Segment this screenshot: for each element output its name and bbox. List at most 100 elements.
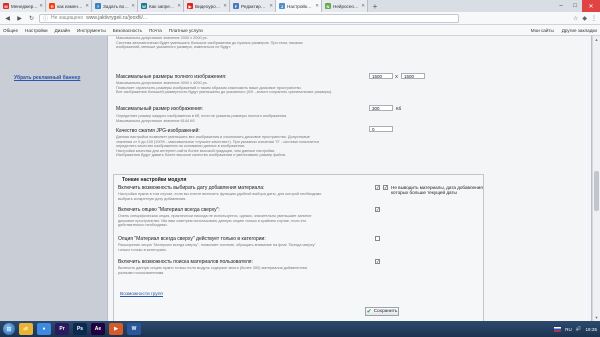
option-label: Опция "Материал всегда сверху" действует… — [118, 236, 266, 242]
tab-label: Видеоуроки по Ado... — [195, 3, 221, 9]
start-button-icon[interactable]: ⊞ — [3, 323, 15, 335]
new-tab-icon[interactable]: + — [368, 0, 382, 12]
option-label: Включить возможность поиска материалов п… — [118, 259, 253, 265]
info-icon[interactable]: ⓘ — [43, 15, 48, 22]
site-menu-item[interactable]: Общее — [3, 28, 18, 33]
wp-icon: W — [141, 3, 147, 9]
option-label: Включить возможность выбирать дату добав… — [118, 185, 265, 191]
checkmark-icon: ✔ — [366, 309, 372, 315]
size-separator: X — [395, 74, 399, 79]
forward-icon[interactable]: ▶ — [15, 14, 24, 23]
windows-taskbar: ⊞ 📁 ● Pr Ps Ae ▶ W RU 🔊 19:35 — [0, 321, 600, 337]
max-size-description: Максимально-допустимое значение 4000 x 4… — [116, 81, 333, 95]
option-description: Настройка нужна в том случае, если вы хо… — [118, 192, 322, 201]
page-scrollbar[interactable]: ▲ ▼ — [592, 36, 600, 321]
max-size-label: Максимальные размеры полного изображения… — [116, 74, 227, 80]
browser-tab[interactable]: ?Задать вопрос - «Ответ...✕ — [92, 0, 138, 12]
option-checkbox[interactable]: ✓ — [375, 259, 380, 264]
extra-checkbox[interactable]: ✓ — [383, 185, 388, 190]
option-description: Расширение опции "Материал всегда сверху… — [118, 243, 316, 252]
scrollbar-thumb[interactable] — [594, 171, 599, 211]
browser-tab[interactable]: Якак изменить дату публ...✕ — [46, 0, 92, 12]
aftereffects-icon[interactable]: Ae — [91, 323, 105, 335]
close-tab-icon[interactable]: ✕ — [85, 3, 89, 9]
extension-icon[interactable]: ◆ — [582, 15, 587, 22]
site-menu-item[interactable]: Платные услуги — [169, 28, 203, 33]
group-permissions-link[interactable]: Возможности групп — [120, 292, 163, 297]
save-button[interactable]: ✔ Сохранить — [365, 307, 399, 316]
word-icon[interactable]: W — [127, 323, 141, 335]
chrome-icon[interactable]: ● — [37, 323, 51, 335]
close-tab-icon[interactable]: ✕ — [223, 3, 227, 9]
photoshop-icon[interactable]: Ps — [73, 323, 87, 335]
site-menu-item[interactable]: Инструменты — [77, 28, 106, 33]
scroll-down-icon[interactable]: ▼ — [593, 314, 600, 321]
tab-label: Нейросеонная Фотофил... — [333, 3, 360, 9]
remove-banner-link[interactable]: Убрать рекламный баннер — [14, 75, 80, 81]
browser-tab[interactable]: ▶Видеоуроки по Ado...✕ — [184, 0, 230, 12]
explorer-icon[interactable]: 📁 — [19, 323, 33, 335]
joomla-icon: J — [279, 3, 285, 9]
max-weight-label: Максимальный размер изображения: — [116, 106, 204, 112]
close-tab-icon[interactable]: ✕ — [177, 3, 181, 9]
bookmark-folder[interactable]: Другие закладки — [562, 28, 597, 33]
save-button-label: Сохранить — [373, 309, 398, 314]
clock[interactable]: 19:35 — [586, 327, 598, 332]
window-controls: – □ ✕ — [554, 0, 600, 12]
close-tab-icon[interactable]: ✕ — [131, 3, 135, 9]
close-tab-icon[interactable]: ✕ — [315, 3, 319, 9]
tab-label: Настройки модуля - Na... — [287, 3, 313, 9]
max-weight-input[interactable]: 300 — [369, 105, 393, 111]
premiere-icon[interactable]: Pr — [55, 323, 69, 335]
option-checkbox[interactable] — [375, 236, 380, 241]
yandex-icon: Я — [49, 3, 55, 9]
scroll-up-icon[interactable]: ▲ — [593, 36, 600, 43]
url-text[interactable]: www.jaktivrygeii.ru/jooxfii/... — [86, 15, 147, 21]
back-icon[interactable]: ◀ — [3, 14, 12, 23]
max-width-input[interactable]: 1500 — [369, 73, 393, 79]
minimize-button[interactable]: – — [554, 0, 568, 12]
bookmarks-right: Мои сайты Другие закладки — [531, 28, 597, 33]
tab-label: как изменить дату публ... — [57, 3, 84, 9]
browser-tab[interactable]: NНейросеонная Фотофил...✕ — [322, 0, 368, 12]
jpg-quality-input[interactable]: 0 — [369, 126, 393, 132]
browser-tab[interactable]: JНастройки модуля - Na...✕ — [276, 0, 322, 12]
site-menu-item[interactable]: Безопасность — [113, 28, 142, 33]
close-window-button[interactable]: ✕ — [582, 0, 600, 12]
bookmarks-bar: Общее Настройки Дизайн Инструменты Безопасно… — [0, 25, 600, 36]
option-label: Включить опцию "Материал всегда сверху": — [118, 207, 220, 213]
jpg-quality-label: Качество сжатия JPG-изображений: — [116, 128, 200, 134]
site-menu-item[interactable]: Настройки — [25, 28, 48, 33]
youtube-icon: ▶ — [187, 3, 193, 9]
language-flag-icon[interactable] — [554, 326, 562, 332]
close-tab-icon[interactable]: ✕ — [361, 3, 365, 9]
browser-toolbar: ◀ ▶ ↻ ⓘ Не защищено www.jaktivrygeii.ru/… — [0, 12, 600, 25]
close-tab-icon[interactable]: ✕ — [269, 3, 273, 9]
browser-tab[interactable]: FРедактирование сообщ...✕ — [230, 0, 276, 12]
site-menu-item[interactable]: Дизайн — [55, 28, 70, 33]
menu-icon[interactable]: ⋮ — [591, 15, 597, 22]
gmail-icon: M — [3, 3, 9, 9]
max-height-input[interactable]: 1500 — [401, 73, 425, 79]
star-icon[interactable]: ☆ — [573, 15, 578, 22]
bookmark-folder[interactable]: Мои сайты — [531, 28, 554, 33]
maximize-button[interactable]: □ — [568, 0, 582, 12]
site-menu-item[interactable]: Почта — [149, 28, 162, 33]
extra-option-label: Не выводить материалы, дата добавления к… — [391, 185, 483, 195]
language-indicator[interactable]: RU — [565, 327, 572, 332]
address-bar[interactable]: ⓘ Не защищено www.jaktivrygeii.ru/jooxfi… — [39, 13, 459, 23]
browser-tab[interactable]: WКак запретить устан...✕ — [138, 0, 184, 12]
fine-settings-section: Тонкие настройки модуля Включить возможн… — [113, 174, 484, 321]
close-tab-icon[interactable]: ✕ — [39, 3, 43, 9]
media-icon[interactable]: ▶ — [109, 323, 123, 335]
option-checkbox[interactable]: ✓ — [375, 207, 380, 212]
weight-unit: Кб — [396, 106, 402, 111]
reload-icon[interactable]: ↻ — [27, 14, 36, 23]
tab-label: Менеджер... — [11, 3, 38, 9]
browser-tab[interactable]: M Менеджер... ✕ — [0, 0, 46, 12]
volume-icon[interactable]: 🔊 — [576, 326, 582, 332]
question-icon: ? — [95, 3, 101, 9]
option-description: Включить данную опцию нужно только если … — [118, 266, 308, 275]
option-checkbox[interactable]: ✓ — [375, 185, 380, 190]
page-icon: N — [325, 3, 331, 9]
